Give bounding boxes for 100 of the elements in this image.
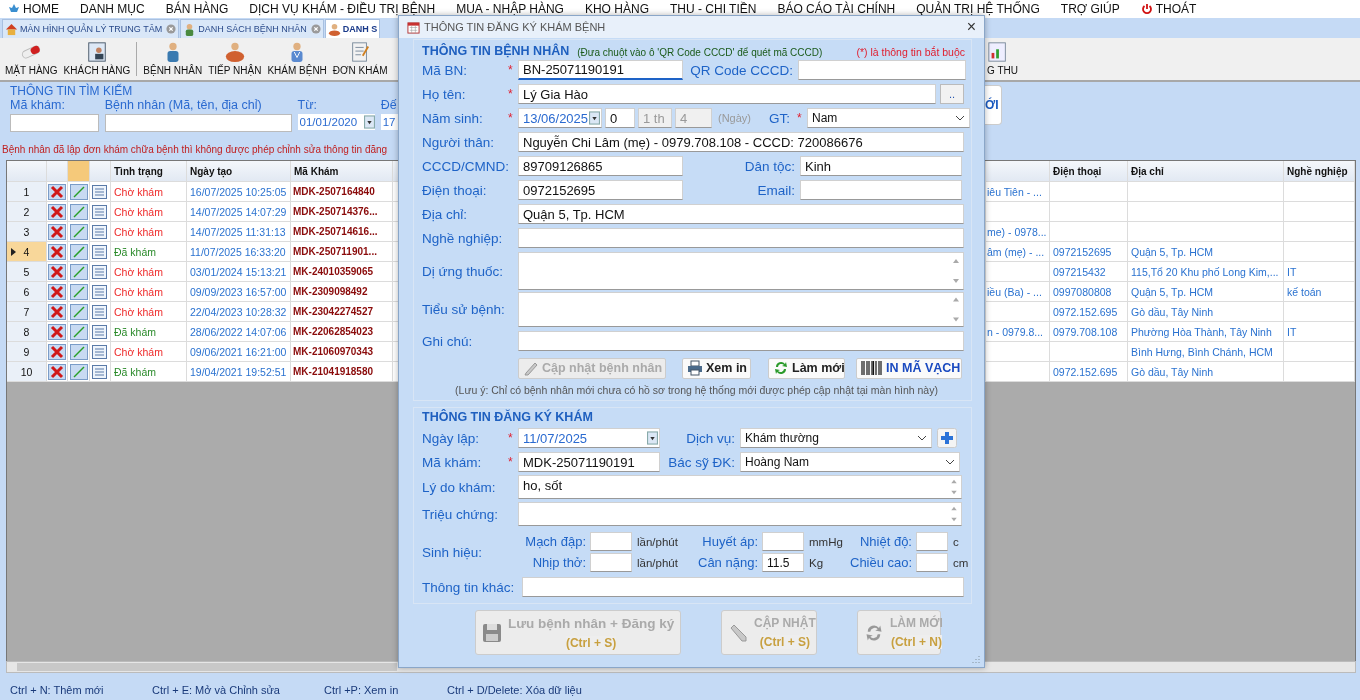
document-icon[interactable] <box>91 203 109 220</box>
delete-icon[interactable] <box>48 183 66 200</box>
edit-icon[interactable] <box>69 303 88 320</box>
menu-item[interactable]: BÁN HÀNG <box>165 2 229 16</box>
tab[interactable]: DANH SÁCH BỆNH NHÂN <box>180 19 324 38</box>
delete-icon[interactable] <box>48 323 66 340</box>
browse-button[interactable]: .. <box>940 84 964 104</box>
document-icon[interactable] <box>91 263 109 280</box>
tab[interactable]: MÀN HÌNH QUẢN LÝ TRUNG TÂM <box>2 19 180 38</box>
action-button[interactable]: Xem in <box>682 357 751 379</box>
input-field[interactable] <box>522 577 964 597</box>
text-area[interactable] <box>518 252 964 290</box>
row-header[interactable]: 7 <box>7 302 47 321</box>
edit-icon[interactable] <box>69 243 88 260</box>
input-field[interactable]: Lý Gia Hào <box>518 84 936 104</box>
toolbar-button[interactable]: KHÁCH HÀNG <box>60 38 134 80</box>
input-field[interactable]: 0972152695 <box>518 180 683 200</box>
row-header[interactable]: 1 <box>7 182 47 201</box>
document-icon[interactable] <box>91 303 109 320</box>
document-icon[interactable] <box>91 243 109 260</box>
menu-item[interactable]: KHO HÀNG <box>584 2 649 16</box>
toolbar-button[interactable]: KHÁM BỆNH <box>264 38 330 80</box>
document-icon[interactable] <box>91 283 109 300</box>
delete-icon[interactable] <box>48 343 66 360</box>
column-header[interactable]: Điện thoại <box>1050 161 1128 181</box>
document-icon[interactable] <box>91 323 109 340</box>
toolbar-button[interactable]: ĐƠN KHÁM <box>329 38 391 80</box>
date-picker[interactable]: 11/07/2025 <box>518 428 660 448</box>
close-icon[interactable] <box>310 24 321 34</box>
input-field[interactable]: Nguyễn Chi Lâm (mẹ) - 0979.708.108 - CCCD: 720086676 <box>518 132 964 152</box>
row-header[interactable]: 4 <box>7 242 47 261</box>
input-field[interactable]: MDK-25071190191 <box>518 452 660 472</box>
delete-icon[interactable] <box>48 203 66 220</box>
menu-item[interactable]: QUẢN TRỊ HỆ THỐNG <box>916 2 1040 16</box>
menu-item[interactable]: MUA - NHẬP HÀNG <box>456 2 564 16</box>
edit-icon[interactable] <box>69 223 88 240</box>
delete-icon[interactable] <box>48 223 66 240</box>
text-area[interactable] <box>518 292 964 327</box>
menu-item[interactable]: THOÁT <box>1140 2 1197 16</box>
delete-icon[interactable] <box>48 263 66 280</box>
input-field[interactable] <box>10 114 99 132</box>
input-field[interactable] <box>590 532 632 551</box>
row-header[interactable]: 3 <box>7 222 47 241</box>
input-field[interactable] <box>762 532 804 551</box>
input-field[interactable] <box>916 553 948 572</box>
edit-icon[interactable] <box>69 363 88 380</box>
resize-grip-icon[interactable] <box>972 655 980 663</box>
delete-icon[interactable] <box>48 363 66 380</box>
delete-icon[interactable] <box>48 303 66 320</box>
input-field[interactable] <box>798 60 966 80</box>
action-button[interactable]: IN MÃ VẠCH <box>856 357 962 379</box>
input-field[interactable] <box>104 114 292 132</box>
menu-item[interactable]: DỊCH VỤ KHÁM - ĐIỀU TRỊ BỆNH <box>249 2 436 16</box>
text-area[interactable] <box>518 502 962 526</box>
input-field[interactable]: BN-25071190191 <box>518 60 683 80</box>
row-header[interactable]: 10 <box>7 362 47 381</box>
menu-item[interactable]: BÁO CÁO TÀI CHÍNH <box>777 2 896 16</box>
menu-item[interactable]: TRỢ GIÚP <box>1060 2 1120 16</box>
date-picker[interactable]: 13/06/2025 <box>518 108 602 128</box>
dropdown[interactable]: Khám thường <box>740 428 932 448</box>
menu-item[interactable]: DANH MỤC <box>80 2 145 16</box>
date-picker[interactable]: 17 <box>380 114 398 130</box>
edit-icon[interactable] <box>69 203 88 220</box>
date-picker[interactable]: 01/01/2020 <box>297 114 375 130</box>
column-header[interactable]: Nghề nghiệp <box>1284 161 1355 181</box>
input-field[interactable] <box>916 532 948 551</box>
input-field[interactable] <box>590 553 632 572</box>
column-header[interactable]: Tình trạng <box>111 161 187 181</box>
toolbar-button[interactable]: BỆNH NHÂN <box>140 38 206 80</box>
input-field[interactable]: 0 <box>605 108 635 128</box>
refresh-button[interactable]: ỚI <box>985 85 1002 125</box>
row-header[interactable]: 5 <box>7 262 47 281</box>
input-field[interactable]: 11.5 <box>762 553 804 572</box>
document-icon[interactable] <box>91 363 109 380</box>
dropdown[interactable]: Nam <box>807 108 970 128</box>
input-field[interactable]: Kinh <box>800 156 962 176</box>
edit-icon[interactable] <box>69 263 88 280</box>
toolbar-button[interactable]: G THU <box>985 38 1021 80</box>
close-icon[interactable] <box>166 24 177 34</box>
input-field[interactable] <box>518 331 964 351</box>
dropdown[interactable]: Hoàng Nam <box>740 452 960 472</box>
document-icon[interactable] <box>91 183 109 200</box>
column-header[interactable]: Ngày tạo <box>187 161 291 181</box>
close-button[interactable]: × <box>966 19 976 35</box>
menu-item[interactable]: THU - CHI TIỀN <box>669 2 757 16</box>
row-header[interactable]: 6 <box>7 282 47 301</box>
edit-icon[interactable] <box>69 183 88 200</box>
add-icon[interactable] <box>937 428 957 448</box>
document-icon[interactable] <box>91 223 109 240</box>
input-field[interactable] <box>800 180 962 200</box>
column-header[interactable]: Địa chỉ <box>1128 161 1284 181</box>
column-header[interactable]: Mã Khám <box>291 161 393 181</box>
input-field[interactable]: 89709126865 <box>518 156 683 176</box>
row-header[interactable]: 8 <box>7 322 47 341</box>
text-area[interactable]: ho, sốt <box>518 475 962 499</box>
edit-icon[interactable] <box>69 323 88 340</box>
toolbar-button[interactable]: TIẾP NHẬN <box>205 38 265 80</box>
menu-item[interactable]: HOME <box>8 2 59 16</box>
toolbar-button[interactable]: MẶT HÀNG <box>2 38 61 80</box>
document-icon[interactable] <box>91 343 109 360</box>
